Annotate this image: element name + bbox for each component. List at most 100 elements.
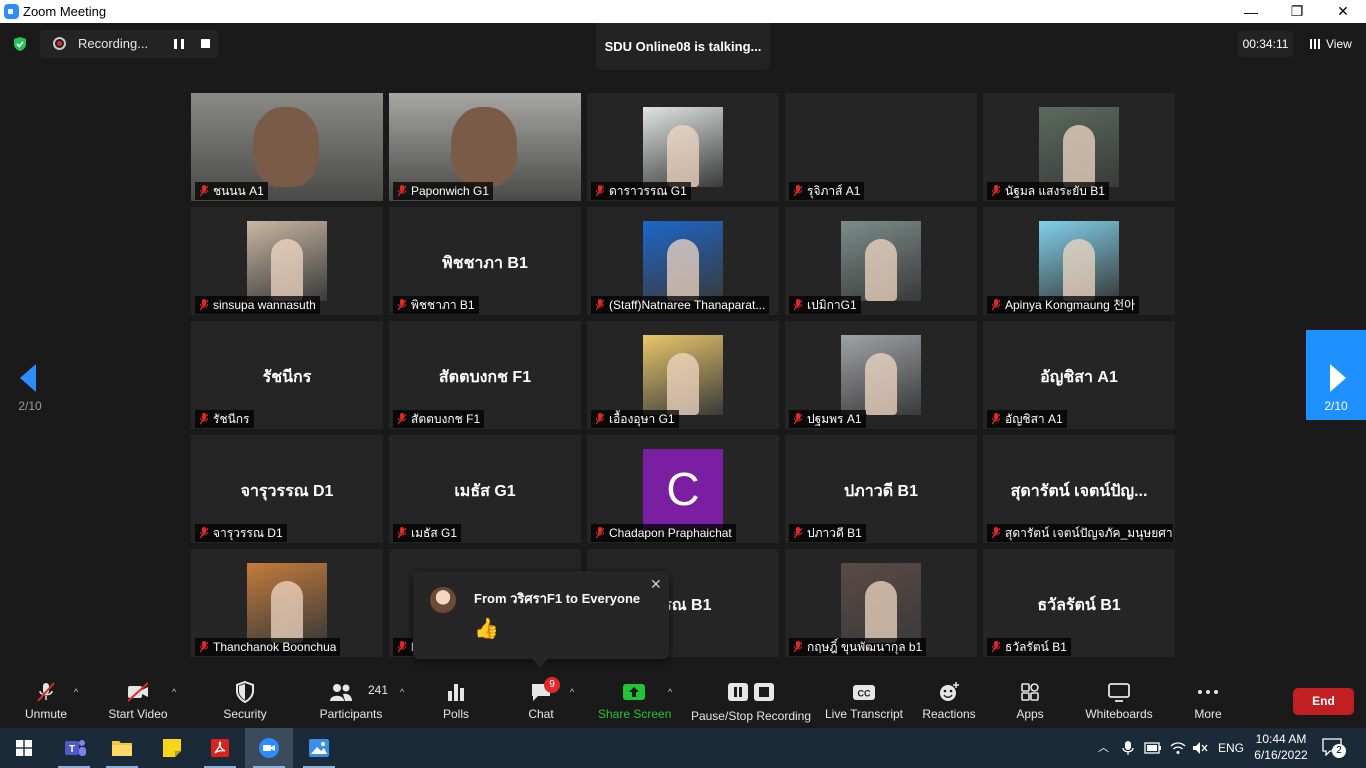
- participant-display-name: อัญชิสา A1: [1040, 369, 1118, 386]
- participant-tile[interactable]: จารุวรรณ D1 จารุวรรณ D1: [191, 435, 383, 543]
- participant-tile[interactable]: Thanchanok Boonchua: [191, 549, 383, 657]
- photos-taskbar-button[interactable]: [295, 728, 343, 768]
- reactions-button[interactable]: Reactions: [920, 673, 978, 728]
- next-page-button[interactable]: 2/10: [1306, 330, 1366, 420]
- participant-tile[interactable]: ดาราวรรณ G1: [587, 93, 779, 201]
- chat-notification-popup[interactable]: From วริศราF1 to Everyone 👍 ✕: [413, 571, 669, 667]
- whiteboard-icon: [1108, 683, 1130, 702]
- input-language[interactable]: ENG: [1218, 728, 1244, 768]
- muted-mic-icon: [794, 413, 802, 425]
- participants-options-chevron-icon[interactable]: ^: [400, 687, 404, 697]
- participant-name: อัญชิสา A1: [1005, 412, 1063, 426]
- participant-tile[interactable]: อัญชิสา A1 อัญชิสา A1: [983, 321, 1175, 429]
- acrobat-taskbar-button[interactable]: [196, 728, 244, 768]
- participant-figure: [451, 107, 517, 187]
- participant-tile[interactable]: sinsupa wannasuth: [191, 207, 383, 315]
- teams-taskbar-button[interactable]: T: [50, 728, 98, 768]
- muted-mic-icon: [596, 185, 604, 197]
- polls-icon: [448, 684, 464, 701]
- recording-dot-icon: [53, 37, 66, 50]
- participant-tile[interactable]: รุจิภาส์ A1: [785, 93, 977, 201]
- notification-count: 2: [1332, 744, 1346, 758]
- close-popup-icon[interactable]: ✕: [650, 576, 662, 593]
- participant-tile[interactable]: (Staff)Natnaree Thanaparat...: [587, 207, 779, 315]
- muted-mic-icon: [200, 641, 208, 653]
- participant-name-tag: กฤษฎิ์ ขุนพัฒนากุล b1: [789, 638, 927, 656]
- participants-button[interactable]: 241 Participants: [316, 673, 388, 728]
- microphone-tray-icon[interactable]: [1122, 740, 1134, 756]
- participant-tile[interactable]: กฤษฎิ์ ขุนพัฒนากุล b1: [785, 549, 977, 657]
- previous-page-indicator: 2/10: [18, 399, 42, 413]
- security-button[interactable]: Security: [215, 673, 275, 728]
- start-video-button[interactable]: Start Video: [104, 673, 172, 728]
- file-explorer-taskbar-button[interactable]: [98, 728, 146, 768]
- participant-name-tag: ปฐมพร A1: [789, 410, 866, 428]
- share-options-chevron-icon[interactable]: ^: [668, 687, 672, 697]
- restore-button[interactable]: ❐: [1274, 0, 1320, 23]
- minimize-button[interactable]: —: [1228, 0, 1274, 23]
- sticky-notes-taskbar-button[interactable]: [148, 728, 196, 768]
- participant-tile[interactable]: เอื้องอุษา G1: [587, 321, 779, 429]
- zoom-taskbar-button[interactable]: [245, 728, 293, 768]
- participant-name: Apinya Kongmaung 천아: [1005, 298, 1136, 312]
- participant-name-tag: ดาราวรรณ G1: [591, 182, 691, 200]
- unmute-button[interactable]: Unmute: [14, 673, 78, 728]
- participant-tile[interactable]: ชนนน A1: [191, 93, 383, 201]
- volume-muted-icon[interactable]: [1192, 741, 1208, 755]
- start-button[interactable]: [0, 728, 48, 768]
- participant-profile-picture: [841, 563, 921, 643]
- live-transcript-button[interactable]: CC Live Transcript: [824, 673, 904, 728]
- participant-tile[interactable]: ปฐมพร A1: [785, 321, 977, 429]
- pause-recording-icon[interactable]: [174, 39, 184, 49]
- participant-name: (Staff)Natnaree Thanaparat...: [609, 298, 766, 312]
- participant-name: sinsupa wannasuth: [213, 298, 316, 312]
- participant-tile[interactable]: นัฐมล แสงระยับ B1: [983, 93, 1175, 201]
- view-button[interactable]: View: [1300, 31, 1358, 57]
- apps-button[interactable]: Apps: [1010, 673, 1050, 728]
- participant-tile[interactable]: เมธัส G1 เมธัส G1: [389, 435, 581, 543]
- share-screen-button[interactable]: Share Screen: [598, 673, 671, 728]
- close-button[interactable]: ✕: [1320, 0, 1366, 23]
- video-options-chevron-icon[interactable]: ^: [172, 687, 176, 697]
- participant-letter-avatar: C: [643, 449, 723, 529]
- participant-tile[interactable]: C Chadapon Praphaichat: [587, 435, 779, 543]
- muted-mic-icon: [200, 299, 208, 311]
- show-hidden-icons-chevron-icon[interactable]: ︿: [1098, 728, 1109, 768]
- participant-tile[interactable]: Apinya Kongmaung 천아: [983, 207, 1175, 315]
- pause-stop-recording-button[interactable]: Pause/Stop Recording: [690, 673, 812, 728]
- participant-tile[interactable]: ธวัลรัตน์ B1 ธวัลรัตน์ B1: [983, 549, 1175, 657]
- share-screen-icon: [623, 684, 645, 700]
- participant-tile[interactable]: สุดารัตน์ เจตน์ปัญ... สุดารัตน์ เจตน์ปัญจ…: [983, 435, 1175, 543]
- whiteboards-button[interactable]: Whiteboards: [1082, 673, 1156, 728]
- zoom-icon: [259, 738, 279, 758]
- muted-mic-icon: [992, 299, 1000, 311]
- stop-recording-icon[interactable]: [201, 39, 210, 48]
- participant-tile[interactable]: สัตตบงกช F1 สัตตบงกช F1: [389, 321, 581, 429]
- encryption-shield-icon[interactable]: [12, 36, 28, 52]
- profile-figure: [271, 239, 303, 301]
- next-page-indicator: 2/10: [1324, 399, 1348, 413]
- chat-button[interactable]: 9 Chat: [520, 673, 562, 728]
- participant-name-tag: Paponwich G1: [393, 182, 494, 200]
- battery-icon[interactable]: [1144, 742, 1162, 754]
- previous-page-button[interactable]: 2/10: [0, 330, 60, 420]
- taskbar-clock[interactable]: 10:44 AM 6/16/2022: [1248, 731, 1314, 763]
- participant-name: ชนนน A1: [213, 184, 264, 198]
- apps-label: Apps: [1016, 707, 1044, 721]
- participant-tile[interactable]: พิชชาภา B1 พิชชาภา B1: [389, 207, 581, 315]
- participant-tile[interactable]: Paponwich G1: [389, 93, 581, 201]
- security-label: Security: [223, 707, 267, 721]
- meeting-stage: Recording... SDU Online08 is talking... …: [0, 23, 1366, 673]
- participant-tile[interactable]: ปภาวดี B1 ปภาวดี B1: [785, 435, 977, 543]
- polls-button[interactable]: Polls: [435, 673, 477, 728]
- chat-options-chevron-icon[interactable]: ^: [570, 687, 574, 697]
- muted-mic-icon: [596, 413, 604, 425]
- wifi-icon[interactable]: [1170, 741, 1186, 755]
- more-button[interactable]: More: [1188, 673, 1228, 728]
- participant-tile[interactable]: เปมิกาG1: [785, 207, 977, 315]
- end-meeting-button[interactable]: End: [1293, 688, 1354, 715]
- notification-center-button[interactable]: 2: [1322, 738, 1346, 758]
- audio-options-chevron-icon[interactable]: ^: [74, 687, 78, 697]
- participant-tile[interactable]: รัชนีกร รัชนีกร: [191, 321, 383, 429]
- muted-mic-icon: [200, 527, 208, 539]
